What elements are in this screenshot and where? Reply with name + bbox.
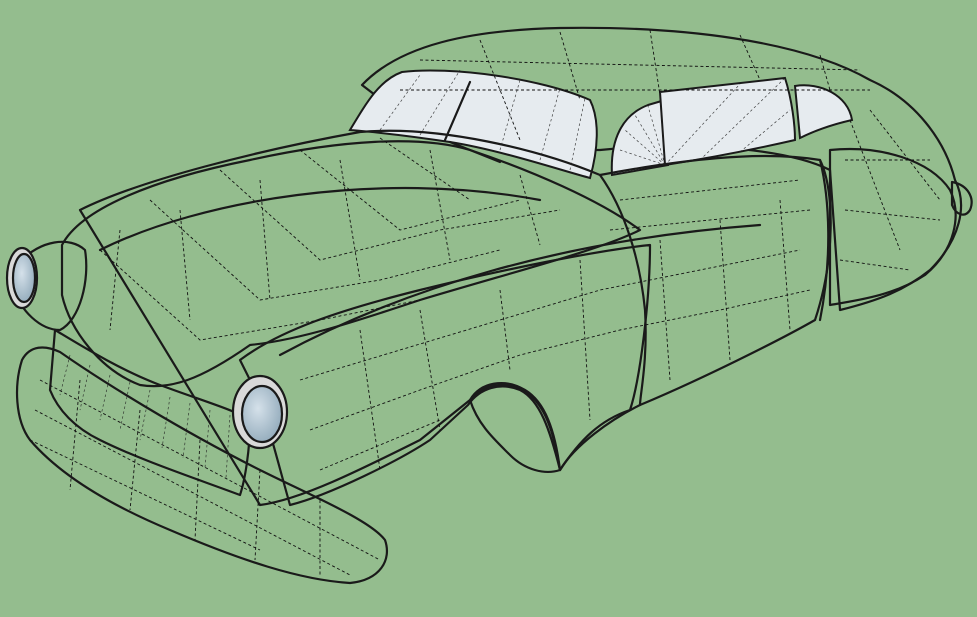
model-canvas[interactable] [0, 0, 977, 617]
modeling-viewport[interactable] [0, 0, 977, 617]
headlight-right-icon [231, 374, 289, 450]
headlight-left-icon [5, 246, 39, 310]
